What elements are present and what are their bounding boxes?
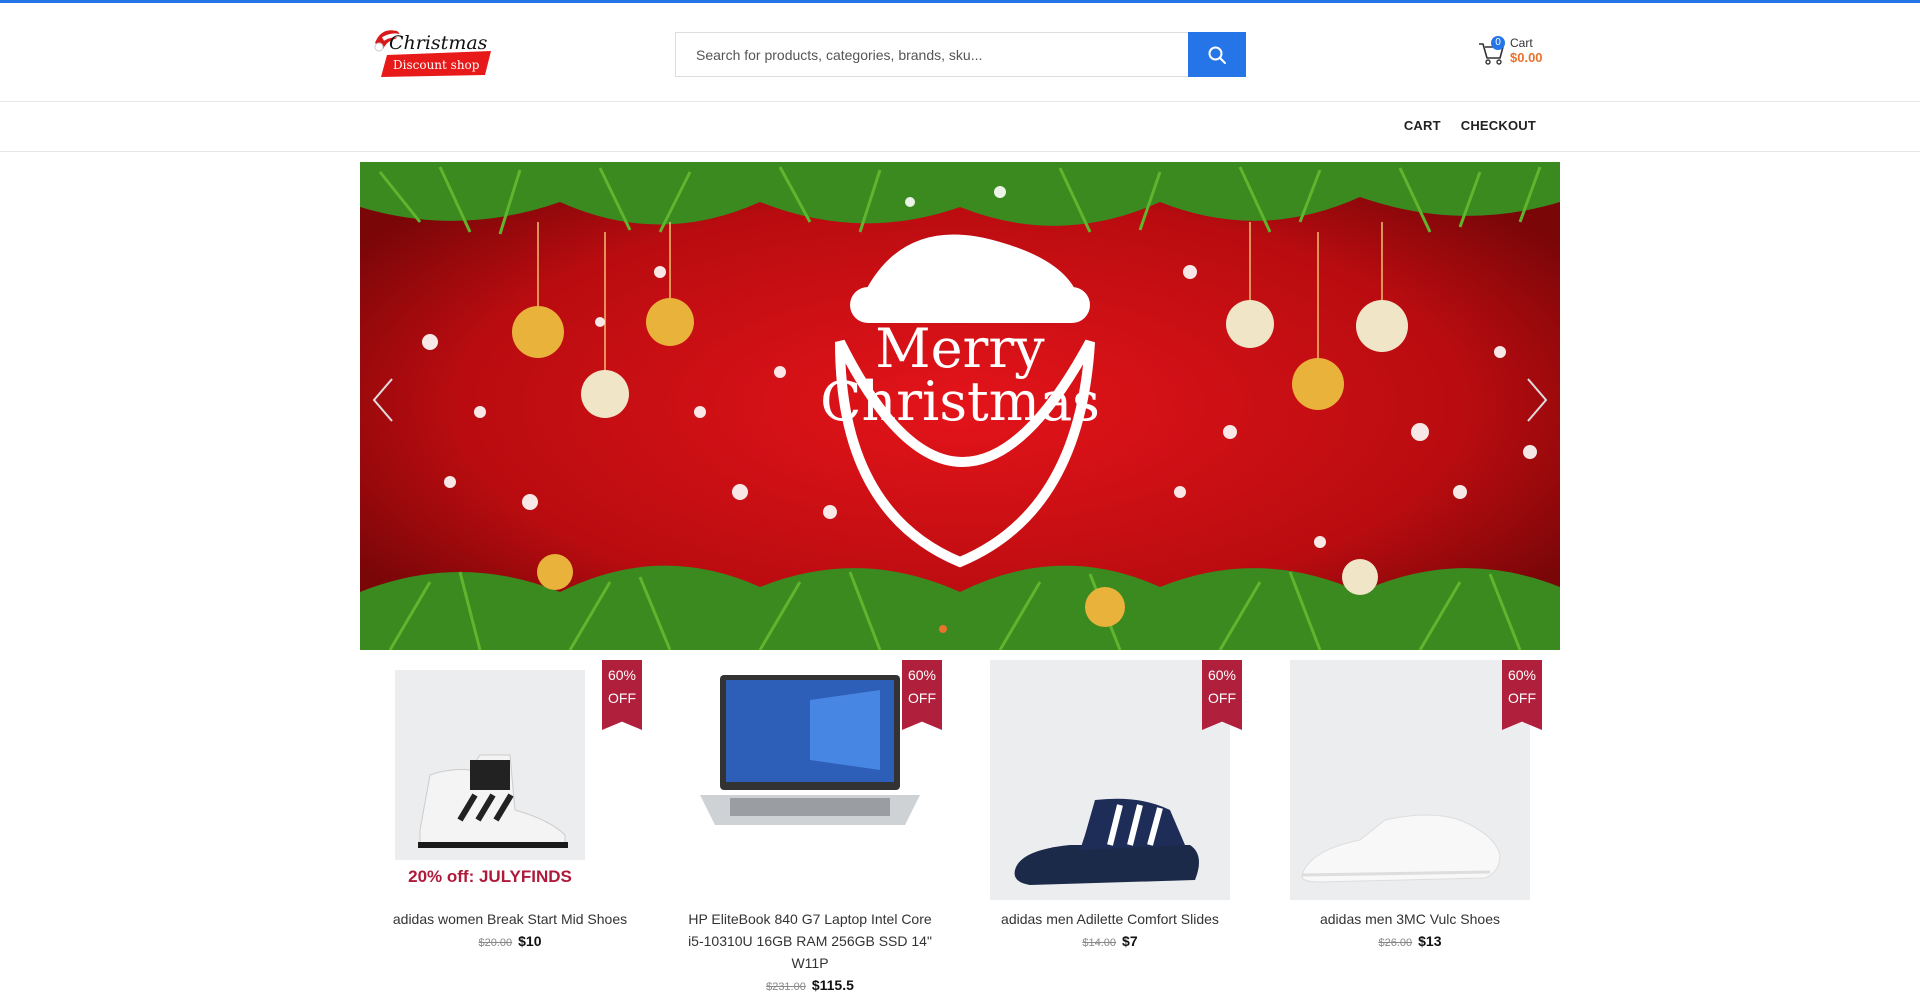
slider-dot-active[interactable] bbox=[939, 625, 947, 633]
old-price: $14.00 bbox=[1082, 937, 1117, 949]
product-grid: 20% off: JULYFINDS 60% OFF adidas women B… bbox=[360, 660, 1560, 998]
product-name[interactable]: adidas men Adilette Comfort Slides bbox=[960, 908, 1260, 930]
sale-price: $7 bbox=[1122, 933, 1138, 949]
slider-next-arrow[interactable] bbox=[1522, 375, 1552, 425]
search-bar bbox=[675, 32, 1246, 77]
product-name[interactable]: adidas men 3MC Vulc Shoes bbox=[1260, 908, 1560, 930]
christmas-banner-image: Merry Christmas bbox=[360, 162, 1560, 650]
product-card[interactable]: 60% OFF adidas men Adilette Comfort Slide… bbox=[960, 660, 1260, 998]
product-name[interactable]: HP EliteBook 840 G7 Laptop Intel Core i5… bbox=[660, 908, 960, 974]
discount-badge: 60% OFF bbox=[902, 660, 942, 730]
product-image[interactable]: 60% OFF bbox=[1290, 660, 1542, 900]
product-image[interactable]: 60% OFF bbox=[690, 660, 942, 900]
product-price: $14.00 $7 bbox=[960, 930, 1260, 954]
discount-badge: 60% OFF bbox=[1502, 660, 1542, 730]
old-price: $20.00 bbox=[478, 937, 513, 949]
product-card[interactable]: 60% OFF adidas men 3MC Vulc Shoes $26.00 $… bbox=[1260, 660, 1560, 998]
cart-count-badge: 0 bbox=[1491, 36, 1505, 50]
search-input[interactable] bbox=[675, 32, 1188, 77]
site-header: Christmas Discount shop 0 Cart $0.00 bbox=[0, 3, 1920, 102]
search-button[interactable] bbox=[1188, 32, 1246, 77]
product-price: $26.00 $13 bbox=[1260, 930, 1560, 954]
slider-prev-arrow[interactable] bbox=[368, 375, 398, 425]
sale-price: $115.5 bbox=[811, 977, 854, 993]
product-image[interactable]: 60% OFF bbox=[990, 660, 1242, 900]
product-card[interactable]: 60% OFF HP EliteBook 840 G7 Laptop Intel … bbox=[660, 660, 960, 998]
cart-label: Cart bbox=[1510, 36, 1533, 50]
product-price: $231.00 $115.5 bbox=[660, 974, 960, 998]
product-price: $20.00 $10 bbox=[360, 930, 660, 954]
sale-price: $13 bbox=[1418, 933, 1442, 949]
cart-icon: 0 bbox=[1478, 36, 1506, 66]
site-logo[interactable]: Christmas Discount shop bbox=[373, 25, 493, 77]
product-image[interactable]: 20% off: JULYFINDS 60% OFF bbox=[390, 660, 642, 900]
product-card[interactable]: 20% off: JULYFINDS 60% OFF adidas women B… bbox=[360, 660, 660, 998]
old-price: $26.00 bbox=[1378, 937, 1413, 949]
cart-total: $0.00 bbox=[1510, 50, 1543, 66]
old-price: $231.00 bbox=[766, 981, 806, 993]
product-name[interactable]: adidas women Break Start Mid Shoes bbox=[360, 908, 660, 930]
svg-text:Christmas: Christmas bbox=[820, 370, 1100, 433]
search-icon bbox=[1208, 46, 1226, 64]
discount-badge: 60% OFF bbox=[602, 660, 642, 730]
main-nav: CART CHECKOUT bbox=[0, 102, 1920, 152]
hero-slider: Merry Christmas bbox=[360, 162, 1560, 650]
svg-text:20% off: JULYFINDS: 20% off: JULYFINDS bbox=[408, 867, 572, 886]
svg-text:Discount shop: Discount shop bbox=[393, 58, 480, 72]
chevron-left-icon bbox=[372, 378, 393, 422]
svg-text:Christmas: Christmas bbox=[389, 32, 488, 54]
header-cart[interactable]: 0 Cart $0.00 bbox=[1478, 36, 1543, 66]
sale-price: $10 bbox=[518, 933, 542, 949]
nav-cart-link[interactable]: CART bbox=[1404, 118, 1441, 133]
chevron-right-icon bbox=[1527, 378, 1548, 422]
discount-badge: 60% OFF bbox=[1202, 660, 1242, 730]
nav-checkout-link[interactable]: CHECKOUT bbox=[1461, 118, 1536, 133]
